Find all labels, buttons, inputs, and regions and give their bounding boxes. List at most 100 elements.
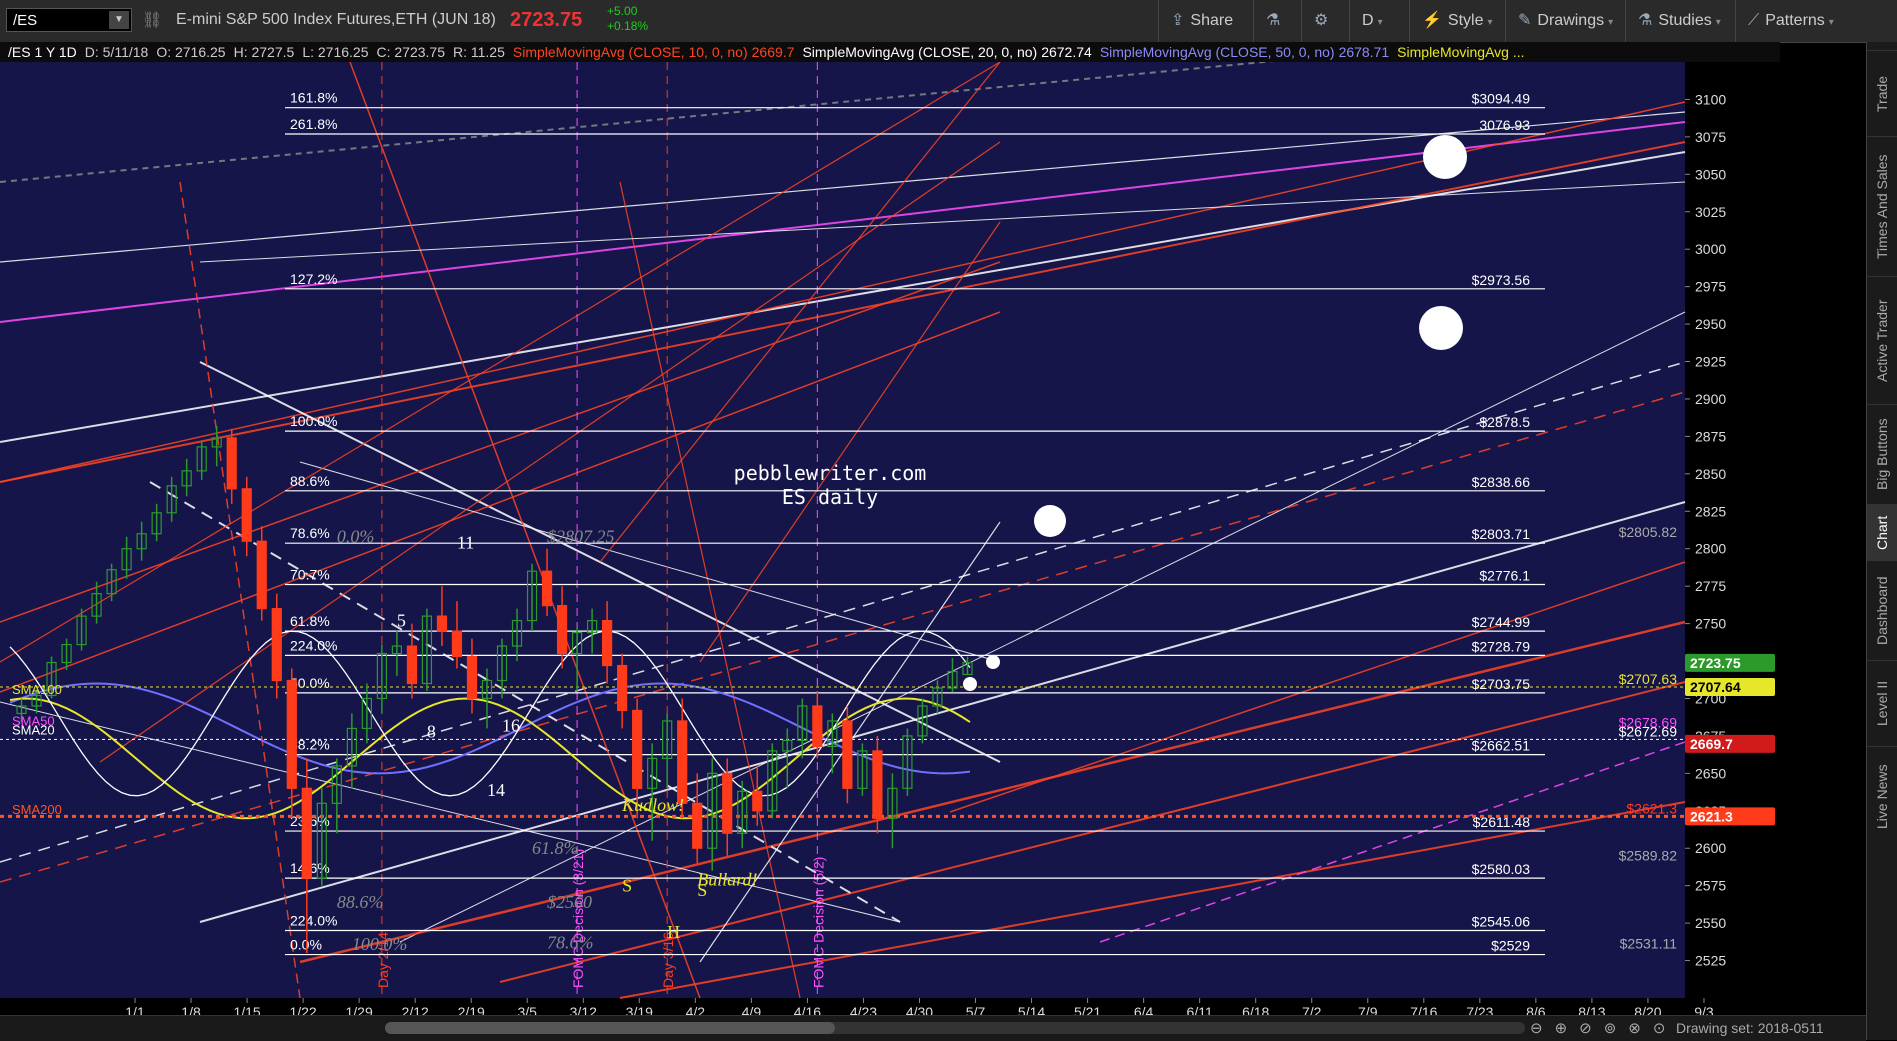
- legend-sma100[interactable]: SimpleMovingAvg ...: [1397, 44, 1524, 60]
- sidebar-tab-active-trader[interactable]: Active Trader: [1867, 276, 1897, 404]
- fib-price-label: $2703.75: [1472, 676, 1531, 692]
- beaker-icon: ⚗: [1266, 12, 1281, 29]
- candle-body: [692, 802, 703, 849]
- scroll-thumb[interactable]: [385, 1022, 835, 1034]
- fib-price-label: $2838.66: [1472, 474, 1531, 490]
- legend-sma10[interactable]: SimpleMovingAvg (CLOSE, 10, 0, no): [513, 44, 748, 60]
- patterns-button[interactable]: ⟋ Patterns ▾: [1735, 0, 1855, 42]
- candle-body: [436, 615, 448, 632]
- sma-label: SMA20: [12, 722, 55, 737]
- legend-open: O: 2716.25: [156, 44, 226, 60]
- fib-pct-label: 88.6%: [290, 473, 330, 489]
- y-tick-label: 2800: [1695, 541, 1726, 557]
- candle-body: [466, 655, 478, 700]
- sidebar-tab-chart[interactable]: Chart: [1867, 504, 1897, 560]
- target-circle: [986, 655, 1000, 669]
- chevron-down-icon[interactable]: ▼: [109, 11, 129, 29]
- chart-annotation: 14: [487, 780, 505, 800]
- pencil-icon: ✎: [1518, 12, 1532, 29]
- sidebar-tab-dashboard[interactable]: Dashboard: [1867, 560, 1897, 660]
- chart-annotation: Kudlow!: [621, 795, 684, 815]
- price-chart[interactable]: FOMC Decision (3/21) FOMC Decision (5/2)D…: [0, 62, 1780, 1022]
- y-tick-label: 3000: [1695, 241, 1726, 257]
- candle-body: [812, 705, 823, 748]
- sidebar-tab-live-news[interactable]: Live News: [1867, 746, 1897, 846]
- y-tick-label: 2925: [1695, 354, 1726, 370]
- fib-pct-label: 61.8%: [290, 613, 330, 629]
- chart-annotation: 61.8%: [532, 838, 579, 858]
- legend-sma50[interactable]: SimpleMovingAvg (CLOSE, 50, 0, no): [1100, 44, 1335, 60]
- zoom-controls[interactable]: ⊖⊕⊘⊚⊗⊙: [1530, 1019, 1677, 1037]
- share-button[interactable]: ⇪ Share: [1158, 0, 1253, 42]
- candle-body: [556, 605, 568, 655]
- chart-annotation: 8: [427, 721, 436, 741]
- patterns-icon: ⟋: [1748, 12, 1760, 29]
- y-tick-label: 2575: [1695, 878, 1726, 894]
- style-button[interactable]: ⚡ Style ▾: [1409, 0, 1505, 42]
- event-marker-label: FOMC Decision (3/21): [570, 849, 586, 988]
- fib-price-label: $2580.03: [1472, 861, 1531, 877]
- drawing-set-label: Drawing set: 2018-0511: [1676, 1020, 1824, 1036]
- fib-pct-label: 127.2%: [290, 271, 337, 287]
- chart-annotation: 88.6%: [337, 892, 384, 912]
- y-tick-label: 2900: [1695, 391, 1726, 407]
- link-icon[interactable]: ⛓: [142, 10, 162, 30]
- aggregation-button[interactable]: D ▾: [1349, 0, 1409, 42]
- candle-body: [617, 664, 628, 712]
- legend-symbol: /ES 1 Y 1D: [8, 44, 77, 60]
- candle-body: [842, 720, 853, 789]
- target-circle: [1034, 505, 1066, 537]
- chart-title-line1: pebblewriter.com: [734, 461, 927, 485]
- y-tick-label: 2825: [1695, 503, 1726, 519]
- fib-price-label: $3094.49: [1472, 91, 1531, 107]
- gear-icon: ⚙: [1314, 12, 1329, 29]
- instrument-title: E-mini S&P 500 Index Futures,ETH (JUN 18…: [176, 11, 496, 28]
- legend-sma50-value: 2678.71: [1338, 44, 1390, 60]
- candle-body: [632, 709, 643, 789]
- fib-pct-label: 161.8%: [290, 90, 337, 106]
- candle-body: [406, 645, 418, 685]
- sidebar-tab-big-buttons[interactable]: Big Buttons: [1867, 404, 1897, 504]
- y-tick-label: 2775: [1695, 578, 1726, 594]
- fib-pct-label: 261.8%: [290, 116, 337, 132]
- studies-button[interactable]: ⚗ Studies ▾: [1625, 0, 1735, 42]
- chart-annotation: 78.6%: [547, 933, 594, 953]
- sidebar-tab-trade[interactable]: Trade: [1867, 50, 1897, 136]
- chart-annotation: 0.0%: [337, 527, 375, 547]
- fib-pct-label: 224.0%: [290, 913, 337, 929]
- drawings-button[interactable]: ✎ Drawings ▾: [1505, 0, 1625, 42]
- candle-body: [256, 540, 267, 610]
- y-tick-label: 3075: [1695, 129, 1726, 145]
- symbol-input[interactable]: /ES ▼: [6, 8, 132, 32]
- fib-price-label: $2744.99: [1472, 614, 1531, 630]
- chart-annotation: Bullard!: [697, 870, 757, 890]
- beaker-button[interactable]: ⚗: [1253, 0, 1301, 42]
- candle-body: [541, 570, 553, 607]
- fib-price-label: $2776.1: [1479, 568, 1530, 584]
- fib-price-label: $2803.71: [1472, 526, 1531, 542]
- fib-pct-label: 0.0%: [290, 937, 322, 953]
- fib-pct-label: 224.0%: [290, 637, 337, 653]
- fib-price-label: $2728.79: [1472, 638, 1531, 654]
- legend-date: D: 5/11/18: [84, 44, 149, 60]
- horizontal-scrollbar[interactable]: [385, 1022, 1525, 1034]
- beaker-icon: ⚗: [1638, 12, 1653, 29]
- right-price-label: $2805.82: [1619, 524, 1678, 540]
- sidebar-tab-times-and-sales[interactable]: Times And Sales: [1867, 136, 1897, 276]
- right-sidebar: Trade Times And Sales Active Trader Big But…: [1866, 42, 1897, 1040]
- candle-body: [872, 750, 883, 819]
- share-icon: ⇪: [1171, 12, 1185, 29]
- top-toolbar: /ES ▼ ⛓ E-mini S&P 500 Index Futures,ETH …: [0, 0, 1897, 43]
- right-price-label: $2672.69: [1619, 723, 1678, 739]
- chart-annotation: 11: [457, 533, 474, 553]
- y-tick-label: 3050: [1695, 166, 1726, 182]
- settings-button[interactable]: ⚙: [1301, 0, 1349, 42]
- candle-body: [241, 488, 252, 542]
- y-tick-label: 2950: [1695, 316, 1726, 332]
- sidebar-tab-level-ii[interactable]: Level II: [1867, 660, 1897, 746]
- chart-annotation: 100.0%: [352, 934, 408, 954]
- net-change: +5.00 +0.18%: [607, 4, 649, 33]
- legend-sma20[interactable]: SimpleMovingAvg (CLOSE, 20, 0, no): [802, 44, 1037, 60]
- right-price-label: $2589.82: [1619, 847, 1678, 863]
- fib-price-label: $2878.5: [1479, 414, 1530, 430]
